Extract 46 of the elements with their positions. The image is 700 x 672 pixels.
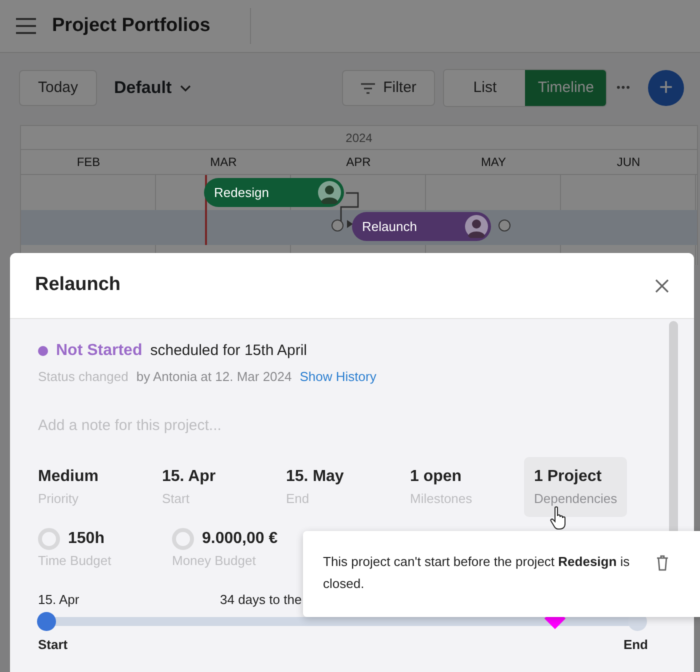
fact-tile[interactable]: 1 Project Dependencies	[524, 457, 627, 516]
modal-title: Relaunch	[35, 273, 121, 298]
menu-icon[interactable]	[16, 18, 36, 34]
today-button[interactable]: Today	[19, 70, 98, 106]
status-changed-label: Status changed	[38, 368, 128, 386]
fact-label: Dependencies	[534, 490, 617, 508]
month-label: MAY	[480, 154, 508, 171]
end-label: End	[623, 636, 648, 654]
close-icon[interactable]	[655, 278, 669, 292]
filter-button[interactable]: Filter	[342, 70, 436, 106]
avatar-icon	[465, 215, 488, 238]
fact-value: 15. May	[286, 467, 345, 487]
schedule-text: scheduled for 15th April	[150, 340, 308, 361]
fact-value: 1 open	[410, 467, 463, 487]
more-button[interactable]: •••	[615, 78, 632, 98]
month-label: FEB	[76, 154, 102, 171]
start-handle[interactable]	[37, 612, 56, 631]
fact-value: 1 Project	[534, 467, 603, 487]
start-label: Start	[38, 636, 68, 654]
filter-icon	[361, 82, 376, 94]
status-changed-by: by Antonia at 12. Mar 2024	[136, 368, 292, 386]
fact-value: 15. Apr	[162, 467, 217, 487]
start-date-label: 15. Apr	[38, 591, 80, 609]
show-history-link[interactable]: Show History	[300, 367, 376, 386]
budget-value: 9.000,00 €	[202, 528, 278, 548]
dependency-connector	[339, 192, 361, 228]
add-button[interactable]: +	[648, 70, 684, 106]
duration-caption: 34 days to the	[220, 591, 302, 609]
fact-value: Medium	[38, 467, 100, 487]
status-label: Not Started	[56, 341, 142, 361]
progress-ring-icon	[172, 528, 194, 550]
trash-icon[interactable]	[656, 555, 669, 571]
caret-icon	[180, 84, 191, 92]
year-label: 2024	[346, 130, 372, 146]
avatar-icon	[318, 181, 341, 204]
view-dropdown[interactable]: Default	[113, 74, 192, 102]
page-title: Project Portfolios	[52, 14, 210, 38]
project-bar[interactable]: Relaunch	[352, 212, 491, 241]
tooltip-text: This project can't start before the project Redesign is closed.	[323, 553, 631, 593]
month-label: JUN	[616, 154, 642, 171]
month-label: MAR	[209, 154, 238, 171]
progress-ring-icon	[38, 528, 60, 550]
view-tab[interactable]: Timeline	[525, 70, 606, 106]
budget-value: 150h	[68, 528, 104, 548]
month-label: APR	[345, 154, 372, 171]
project-bar[interactable]: Redesign	[204, 178, 344, 207]
